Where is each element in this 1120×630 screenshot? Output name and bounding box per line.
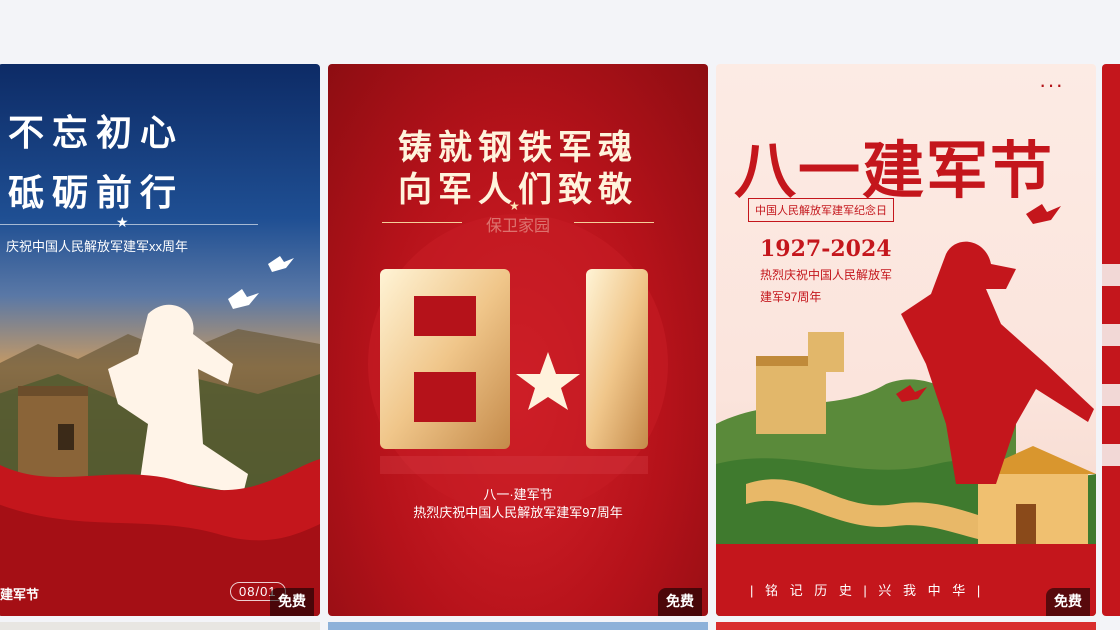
template-card-2[interactable]: 铸就钢铁军魂 向军人们致敬 ★ 保卫家园 (328, 64, 708, 616)
next-row-card-3[interactable] (716, 622, 1096, 630)
eight-one-emblem (368, 214, 668, 514)
card-motto: | 铭 记 历 史 | 兴 我 中 华 | (750, 583, 985, 598)
card-stripe (1102, 324, 1120, 346)
free-badge: 免费 (270, 588, 314, 616)
free-badge: 免费 (658, 588, 702, 616)
card-caption-1: 八一·建军节 (483, 487, 553, 502)
great-wall-scene (0, 256, 320, 616)
card-stripe (1102, 384, 1120, 406)
card-footer-label: 建军节 (0, 587, 40, 602)
template-card-1[interactable]: 不忘初心 砥砺前行 ★ 庆祝中国人民解放军建军xx周年 建军节 08/01 免费 (0, 64, 320, 616)
card-stripe (1102, 444, 1120, 466)
card-stripe (1102, 264, 1120, 286)
next-row-card-1[interactable] (0, 622, 320, 630)
next-row-card-2[interactable] (328, 622, 708, 630)
card-caption-2: 热烈庆祝中国人民解放军建军97周年 (413, 505, 623, 520)
top-bar (0, 0, 1120, 62)
template-gallery: 不忘初心 砥砺前行 ★ 庆祝中国人民解放军建军xx周年 建军节 08/01 免费 (0, 0, 1120, 630)
great-wall-illustration (716, 204, 1096, 616)
template-card-4[interactable] (1102, 64, 1120, 616)
template-card-3[interactable]: ··· 八一建军节 中国人民解放军建军纪念日 1927-2024 热烈庆祝中国人… (716, 64, 1096, 616)
free-badge: 免费 (1046, 588, 1090, 616)
